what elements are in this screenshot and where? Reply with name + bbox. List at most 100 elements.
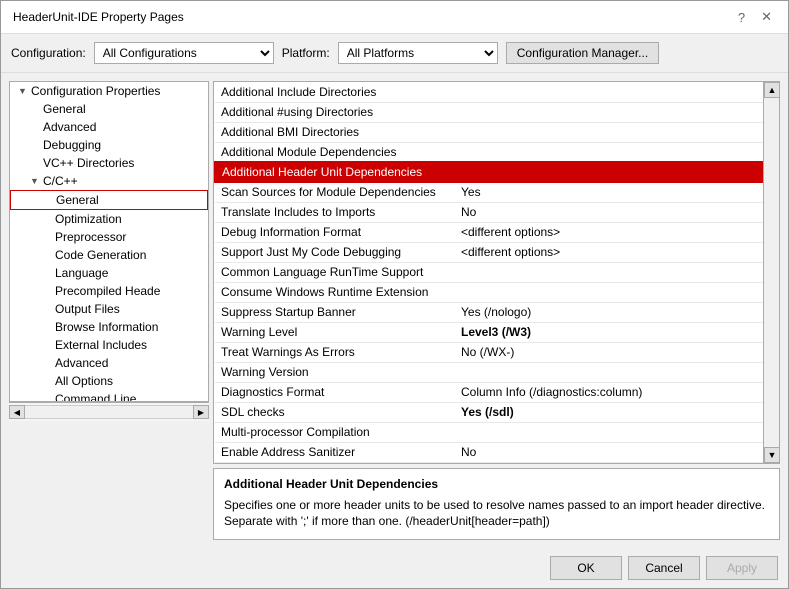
expand-icon-config-props[interactable]: ▼ (18, 86, 28, 96)
prop-value: <different options> (455, 242, 778, 262)
prop-value (455, 102, 778, 122)
prop-row[interactable]: Warning Version (215, 362, 778, 382)
tree-item-label-optimization: Optimization (55, 212, 122, 226)
prop-row[interactable]: Warning LevelLevel3 (/W3) (215, 322, 778, 342)
prop-row[interactable]: Support Just My Code Debugging<different… (215, 242, 778, 262)
tree-item-label-advanced-top: Advanced (43, 120, 96, 134)
config-manager-button[interactable]: Configuration Manager... (506, 42, 659, 64)
prop-name: Warning Level (215, 322, 455, 342)
tree-item-browse-info[interactable]: Browse Information (10, 318, 208, 336)
tree-item-ext-includes[interactable]: External Includes (10, 336, 208, 354)
apply-button[interactable]: Apply (706, 556, 778, 580)
title-controls: ? ✕ (734, 9, 776, 25)
prop-value (455, 262, 778, 282)
prop-value (455, 362, 778, 382)
scroll-left-btn[interactable]: ◀ (9, 405, 25, 419)
description-panel: Additional Header Unit Dependencies Spec… (213, 468, 780, 540)
tree-item-output-files[interactable]: Output Files (10, 300, 208, 318)
prop-name: SDL checks (215, 402, 455, 422)
config-select[interactable]: All Configurations (94, 42, 274, 64)
prop-row[interactable]: Common Language RunTime Support (215, 262, 778, 282)
prop-row[interactable]: Additional Header Unit Dependencies (215, 162, 778, 182)
footer: OK Cancel Apply (1, 548, 788, 588)
prop-name: Additional Header Unit Dependencies (215, 162, 455, 182)
prop-row[interactable]: Additional Module Dependencies (215, 142, 778, 162)
tree-item-label-output-files: Output Files (55, 302, 120, 316)
tree-panel: ▼Configuration PropertiesGeneralAdvanced… (9, 81, 209, 421)
tree-item-cmdline[interactable]: Command Line (10, 390, 208, 402)
prop-row[interactable]: Scan Sources for Module DependenciesYes (215, 182, 778, 202)
props-scrollbar[interactable]: ▲ ▼ (763, 82, 779, 463)
tree-item-preprocessor[interactable]: Preprocessor (10, 228, 208, 246)
prop-name: Diagnostics Format (215, 382, 455, 402)
horiz-scrollbar[interactable]: ◀ ▶ (9, 402, 209, 421)
prop-name: Additional Include Directories (215, 82, 455, 102)
prop-value (455, 142, 778, 162)
ok-button[interactable]: OK (550, 556, 622, 580)
tree-item-advanced2[interactable]: Advanced (10, 354, 208, 372)
prop-name: Additional #using Directories (215, 102, 455, 122)
props-table: Additional Include DirectoriesAdditional… (214, 82, 779, 463)
tree-item-general[interactable]: General (10, 100, 208, 118)
prop-name: Consume Windows Runtime Extension (215, 282, 455, 302)
prop-name: Enable Address Sanitizer (215, 442, 455, 462)
tree-item-cpp[interactable]: ▼C/C++ (10, 172, 208, 190)
prop-name: Translate Includes to Imports (215, 202, 455, 222)
prop-row[interactable]: Additional Include Directories (215, 82, 778, 102)
prop-value: <different options> (455, 222, 778, 242)
tree-item-label-cpp: C/C++ (43, 174, 78, 188)
title-bar: HeaderUnit-IDE Property Pages ? ✕ (1, 1, 788, 34)
tree-item-label-cpp-general: General (56, 193, 99, 207)
window-title: HeaderUnit-IDE Property Pages (13, 10, 184, 24)
prop-row[interactable]: Additional BMI Directories (215, 122, 778, 142)
prop-name: Multi-processor Compilation (215, 422, 455, 442)
tree-item-precompiled[interactable]: Precompiled Heade (10, 282, 208, 300)
prop-row[interactable]: Debug Information Format<different optio… (215, 222, 778, 242)
prop-row[interactable]: SDL checksYes (/sdl) (215, 402, 778, 422)
platform-select[interactable]: All Platforms (338, 42, 498, 64)
tree-item-label-ext-includes: External Includes (55, 338, 147, 352)
tree-item-label-debugging: Debugging (43, 138, 101, 152)
tree-item-optimization[interactable]: Optimization (10, 210, 208, 228)
prop-name: Support Just My Code Debugging (215, 242, 455, 262)
scroll-down-btn[interactable]: ▼ (764, 447, 780, 463)
main-content: ▼Configuration PropertiesGeneralAdvanced… (1, 73, 788, 548)
tree-item-vcpp-dirs[interactable]: VC++ Directories (10, 154, 208, 172)
tree-scroll-content: ▼Configuration PropertiesGeneralAdvanced… (9, 81, 209, 402)
tree-item-all-options[interactable]: All Options (10, 372, 208, 390)
tree-item-debugging[interactable]: Debugging (10, 136, 208, 154)
tree-item-code-gen[interactable]: Code Generation (10, 246, 208, 264)
cancel-button[interactable]: Cancel (628, 556, 700, 580)
prop-row[interactable]: Suppress Startup BannerYes (/nologo) (215, 302, 778, 322)
prop-value: Yes (/sdl) (455, 402, 778, 422)
tree-item-config-props[interactable]: ▼Configuration Properties (10, 82, 208, 100)
config-bar: Configuration: All Configurations Platfo… (1, 34, 788, 73)
scroll-right-btn[interactable]: ▶ (193, 405, 209, 419)
scroll-up-btn[interactable]: ▲ (764, 82, 780, 98)
tree-item-label-browse-info: Browse Information (55, 320, 158, 334)
tree-item-cpp-general[interactable]: General (10, 190, 208, 210)
prop-row[interactable]: Translate Includes to ImportsNo (215, 202, 778, 222)
prop-value (455, 82, 778, 102)
close-button[interactable]: ✕ (757, 9, 776, 25)
scroll-track (25, 405, 193, 419)
platform-label: Platform: (282, 46, 330, 60)
prop-row[interactable]: Multi-processor Compilation (215, 422, 778, 442)
prop-value: Level3 (/W3) (455, 322, 778, 342)
tree-item-label-cmdline: Command Line (55, 392, 136, 402)
prop-row[interactable]: Diagnostics FormatColumn Info (/diagnost… (215, 382, 778, 402)
tree-item-language[interactable]: Language (10, 264, 208, 282)
prop-value: No (455, 442, 778, 462)
prop-value: Column Info (/diagnostics:column) (455, 382, 778, 402)
expand-icon-cpp[interactable]: ▼ (30, 176, 40, 186)
help-button[interactable]: ? (734, 10, 749, 25)
prop-value: No (/WX-) (455, 342, 778, 362)
tree-item-label-language: Language (55, 266, 108, 280)
tree-item-advanced-top[interactable]: Advanced (10, 118, 208, 136)
prop-row[interactable]: Enable Address SanitizerNo (215, 442, 778, 462)
prop-value: Yes (/nologo) (455, 302, 778, 322)
prop-row[interactable]: Consume Windows Runtime Extension (215, 282, 778, 302)
prop-row[interactable]: Treat Warnings As ErrorsNo (/WX-) (215, 342, 778, 362)
prop-row[interactable]: Additional #using Directories (215, 102, 778, 122)
prop-value (455, 162, 778, 182)
